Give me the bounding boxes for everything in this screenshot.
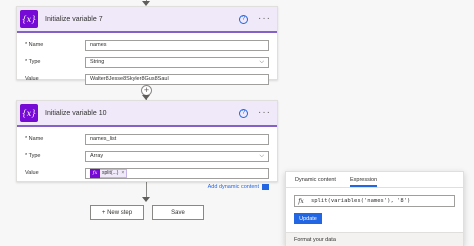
type-label: * Type	[25, 59, 41, 65]
panel-tabs: Dynamic content Expression	[286, 172, 463, 188]
token-label: split(...)	[102, 170, 119, 176]
name-label: * Name	[25, 136, 44, 142]
type-select[interactable]: String ⌵	[85, 56, 269, 68]
type-label: * Type	[25, 153, 41, 159]
add-dynamic-content-link[interactable]: Add dynamic content	[25, 184, 269, 190]
variable-icon: {x}	[20, 104, 38, 122]
remove-token-icon[interactable]: ×	[121, 170, 124, 176]
update-button[interactable]: Update	[294, 213, 322, 224]
value-input[interactable]: Walter8Jesse8Skyler8Gus8Saul	[85, 73, 269, 85]
format-your-data-section[interactable]: Format your data	[286, 232, 463, 246]
dynamic-content-icon	[262, 184, 269, 190]
add-dynamic-content-label: Add dynamic content	[207, 184, 259, 190]
name-input[interactable]: names	[85, 39, 269, 51]
initialize-variable-7-card: {x} Initialize variable 7 ? ··· * Name n…	[16, 6, 278, 85]
type-select[interactable]: Array ⌵	[85, 150, 269, 162]
card-title: Initialize variable 7	[45, 15, 103, 23]
expression-text: split(variables('names'), '8')	[311, 198, 411, 204]
card-header[interactable]: {x} Initialize variable 10 ? ···	[17, 101, 277, 127]
value-input[interactable]: fx split(...) ×	[85, 167, 269, 179]
save-button[interactable]: Save	[152, 205, 204, 220]
type-select-value: Array	[90, 153, 104, 159]
new-step-button[interactable]: + New step	[90, 205, 144, 220]
tab-dynamic-content[interactable]: Dynamic content	[295, 177, 336, 187]
bottom-connector-arrow	[142, 197, 150, 202]
value-label: Value	[25, 76, 39, 82]
variable-icon: {x}	[20, 10, 38, 28]
expression-input[interactable]: fx split(variables('names'), '8')	[294, 195, 455, 207]
card-title: Initialize variable 10	[45, 109, 107, 117]
expression-token[interactable]: fx split(...) ×	[90, 168, 128, 178]
fx-icon: fx	[298, 197, 304, 205]
fx-icon: fx	[90, 168, 100, 178]
name-input[interactable]: names_list	[85, 133, 269, 145]
initialize-variable-10-card: {x} Initialize variable 10 ? ··· * Name …	[16, 100, 278, 190]
type-select-value: String	[90, 59, 105, 65]
card-header[interactable]: {x} Initialize variable 7 ? ···	[17, 7, 277, 33]
more-options-icon[interactable]: ···	[258, 14, 271, 24]
chevron-down-icon: ⌵	[259, 152, 264, 159]
value-label: Value	[25, 170, 39, 176]
tab-expression[interactable]: Expression	[349, 177, 378, 187]
name-label: * Name	[25, 42, 44, 48]
help-icon[interactable]: ?	[239, 14, 248, 24]
chevron-down-icon: ⌵	[259, 58, 264, 65]
dynamic-content-panel: Dynamic content Expression fx split(vari…	[285, 171, 464, 246]
help-icon[interactable]: ?	[239, 108, 248, 118]
more-options-icon[interactable]: ···	[258, 108, 271, 118]
